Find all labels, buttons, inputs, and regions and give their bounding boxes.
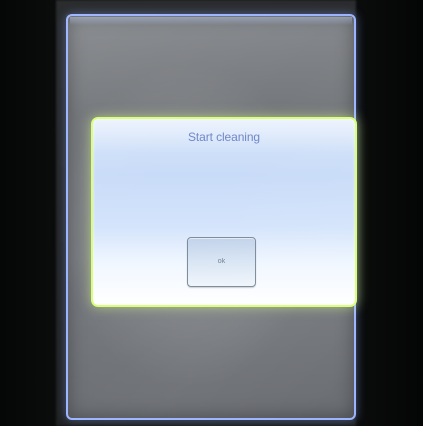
ok-button-label: ok xyxy=(217,258,226,265)
screen-top-glow xyxy=(70,17,352,25)
dialog-title: Start cleaning xyxy=(188,130,260,144)
device-photo: Start cleaning ok xyxy=(0,0,423,426)
ok-button[interactable]: ok xyxy=(187,237,256,287)
start-cleaning-dialog: Start cleaning ok xyxy=(91,117,357,307)
